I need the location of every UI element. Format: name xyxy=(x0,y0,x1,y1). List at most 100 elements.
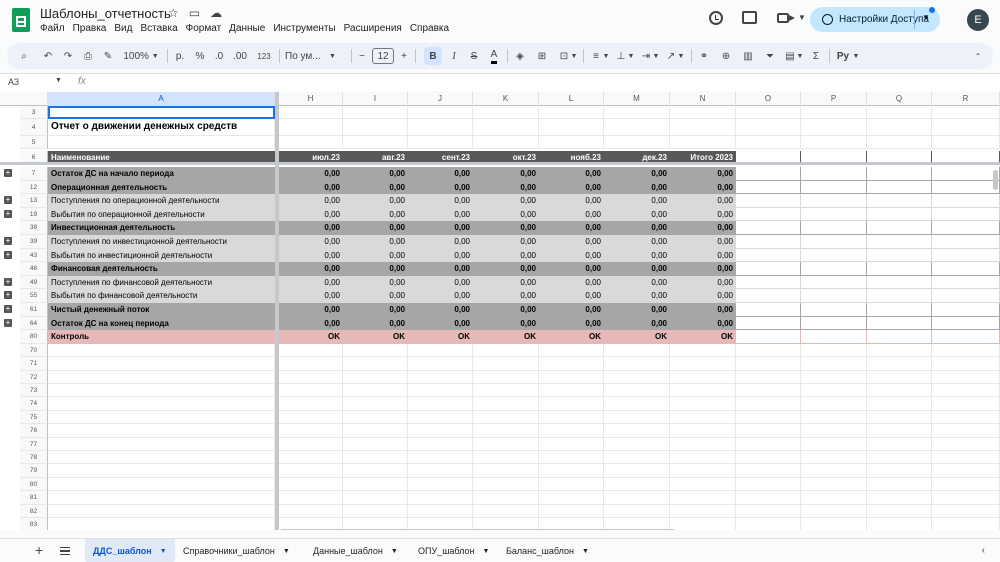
value-cell[interactable]: 0,00 xyxy=(539,262,604,276)
value-cell[interactable] xyxy=(932,136,1000,149)
value-cell[interactable]: OK xyxy=(408,330,473,344)
value-cell[interactable] xyxy=(343,136,408,149)
value-cell[interactable] xyxy=(801,424,867,438)
value-cell[interactable] xyxy=(801,437,867,451)
undo-icon[interactable]: ↶ xyxy=(41,43,55,69)
value-cell[interactable]: 0,00 xyxy=(604,289,670,303)
menu-item[interactable]: Вставка xyxy=(136,23,181,34)
value-cell[interactable] xyxy=(539,437,604,451)
sheet-tab[interactable]: ДДС_шаблон ▼ xyxy=(85,539,175,562)
row-header[interactable]: 75 xyxy=(20,410,48,425)
expand-group-icon[interactable]: + xyxy=(4,237,12,245)
avatar[interactable]: E xyxy=(967,9,989,31)
value-cell[interactable]: 0,00 xyxy=(539,248,604,263)
value-cell[interactable] xyxy=(539,370,604,384)
expand-group-icon[interactable]: + xyxy=(4,209,12,218)
value-cell[interactable]: 0,00 xyxy=(604,262,670,276)
select-all-corner[interactable] xyxy=(0,92,48,106)
row-header[interactable]: 13 xyxy=(20,194,48,208)
value-cell[interactable] xyxy=(867,262,932,276)
value-cell[interactable] xyxy=(539,119,604,136)
value-cell[interactable] xyxy=(408,384,473,398)
value-cell[interactable] xyxy=(539,106,604,119)
value-cell[interactable] xyxy=(867,451,932,465)
value-cell[interactable] xyxy=(867,343,932,358)
value-cell[interactable] xyxy=(867,207,932,222)
value-cell[interactable]: 0,00 xyxy=(343,180,408,195)
value-cell[interactable] xyxy=(932,370,1000,384)
row-label-cell[interactable] xyxy=(48,491,275,505)
row-header[interactable]: 48 xyxy=(20,262,48,276)
row-label-cell[interactable]: Остаток ДС на конец периода xyxy=(48,316,275,331)
value-cell[interactable]: 0,00 xyxy=(604,221,670,235)
percent-format-button[interactable]: % xyxy=(193,43,207,69)
chevron-down-icon[interactable]: ▼ xyxy=(852,43,860,69)
row-header[interactable]: 19 xyxy=(20,207,48,222)
value-cell[interactable] xyxy=(473,504,539,518)
value-cell[interactable] xyxy=(736,464,801,478)
value-cell[interactable] xyxy=(670,491,736,505)
row-label-cell[interactable]: Поступления по финансовой деятельности xyxy=(48,275,275,290)
currency-format-button[interactable]: р. xyxy=(173,43,187,69)
value-cell[interactable] xyxy=(343,424,408,438)
value-cell[interactable] xyxy=(473,343,539,358)
value-cell[interactable]: 0,00 xyxy=(343,262,408,276)
font-family-select[interactable]: По ум... ▼ xyxy=(285,43,347,69)
value-cell[interactable] xyxy=(473,370,539,384)
value-cell[interactable] xyxy=(604,106,670,119)
value-cell[interactable] xyxy=(473,357,539,371)
value-cell[interactable] xyxy=(736,180,801,195)
value-cell[interactable] xyxy=(279,343,343,358)
value-cell[interactable] xyxy=(932,167,1000,181)
value-cell[interactable] xyxy=(539,464,604,478)
value-cell[interactable]: 0,00 xyxy=(604,194,670,208)
value-cell[interactable] xyxy=(473,106,539,119)
row-label-cell[interactable] xyxy=(48,136,275,149)
chevron-down-icon[interactable]: ▼ xyxy=(160,548,167,555)
value-cell[interactable] xyxy=(801,262,867,276)
value-cell[interactable]: 0,00 xyxy=(473,303,539,317)
value-cell[interactable] xyxy=(867,235,932,249)
text-rotation-icon[interactable]: ↗ xyxy=(664,43,678,69)
value-cell[interactable] xyxy=(604,491,670,505)
decrease-font-size-button[interactable]: − xyxy=(356,43,368,69)
row-header[interactable]: 77 xyxy=(20,437,48,451)
value-cell[interactable] xyxy=(408,106,473,119)
meet-video-icon[interactable] xyxy=(777,13,795,23)
menu-item[interactable]: Инструменты xyxy=(269,23,339,34)
value-cell[interactable] xyxy=(801,357,867,371)
value-cell[interactable]: OK xyxy=(604,330,670,344)
value-cell[interactable]: 0,00 xyxy=(604,316,670,331)
row-header[interactable]: 82 xyxy=(20,504,48,518)
value-cell[interactable] xyxy=(539,477,604,492)
active-cell-selection[interactable] xyxy=(48,106,275,119)
merge-cells-icon[interactable]: ⊡ xyxy=(557,43,571,69)
column-header-j[interactable]: J xyxy=(408,92,473,106)
value-cell[interactable] xyxy=(670,119,736,136)
value-cell[interactable] xyxy=(408,370,473,384)
horizontal-scrollbar[interactable] xyxy=(280,529,675,530)
row-header[interactable]: 5 xyxy=(20,136,48,149)
value-cell[interactable] xyxy=(736,106,801,119)
value-cell[interactable] xyxy=(932,119,1000,136)
menu-item[interactable]: Расширения xyxy=(340,23,406,34)
value-cell[interactable] xyxy=(932,477,1000,492)
name-box-dropdown-icon[interactable]: ▼ xyxy=(55,77,62,84)
value-cell[interactable]: 0,00 xyxy=(670,167,736,181)
frozen-row-divider[interactable] xyxy=(0,162,1000,165)
value-cell[interactable] xyxy=(801,180,867,195)
value-cell[interactable]: 0,00 xyxy=(343,207,408,222)
value-cell[interactable] xyxy=(279,136,343,149)
value-cell[interactable] xyxy=(867,180,932,195)
value-cell[interactable] xyxy=(736,357,801,371)
search-menus-icon[interactable]: ⌕ xyxy=(17,43,31,69)
row-header[interactable]: 38 xyxy=(20,221,48,235)
value-cell[interactable] xyxy=(473,384,539,398)
row-header[interactable]: 72 xyxy=(20,370,48,384)
value-cell[interactable] xyxy=(801,518,867,530)
value-cell[interactable]: 0,00 xyxy=(604,248,670,263)
horizontal-align-icon[interactable]: ≡ xyxy=(589,43,603,69)
value-cell[interactable]: 0,00 xyxy=(539,194,604,208)
value-cell[interactable]: 0,00 xyxy=(279,248,343,263)
value-cell[interactable] xyxy=(736,370,801,384)
